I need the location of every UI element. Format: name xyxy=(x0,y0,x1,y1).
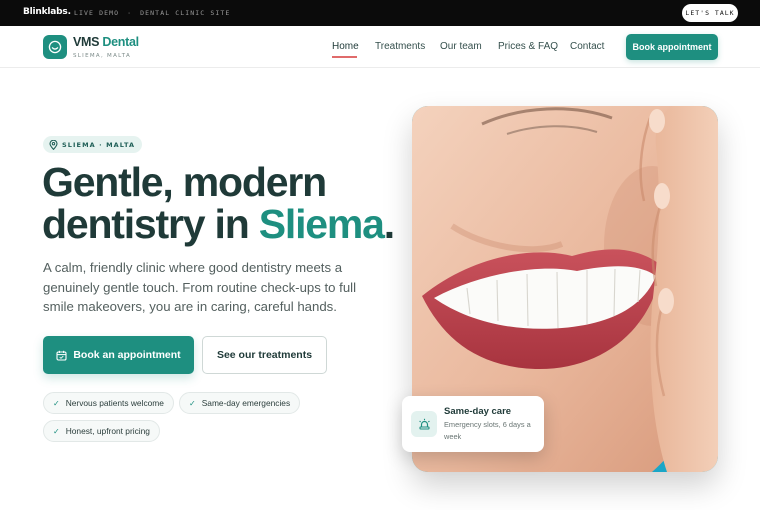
check-icon: ✓ xyxy=(189,398,196,408)
demo-topbar: Blinklabs. LIVE DEMO · DENTAL CLINIC SIT… xyxy=(0,0,760,26)
nav-prices-faq[interactable]: Prices & FAQ xyxy=(498,41,558,52)
calendar-icon xyxy=(56,350,67,361)
headline-line-1: Gentle, modern xyxy=(42,159,327,205)
nav-home[interactable]: Home xyxy=(332,41,359,52)
location-pill: SLIEMA · MALTA xyxy=(43,136,143,153)
headline-line-2: dentistry in xyxy=(42,201,259,247)
see-treatments-button[interactable]: See our treatments xyxy=(202,336,327,374)
siren-icon xyxy=(411,411,437,437)
chip-label: Same-day emergencies xyxy=(201,398,291,408)
meta-live-demo: LIVE DEMO xyxy=(74,9,120,17)
lets-talk-button[interactable]: LET'S TALK xyxy=(682,4,738,22)
chip-nervous-patients: ✓ Nervous patients welcome xyxy=(43,392,174,414)
logo-accent: Dental xyxy=(102,35,139,49)
chip-same-day-emergencies: ✓ Same-day emergencies xyxy=(179,392,301,414)
logo-location: SLIEMA, MALTA xyxy=(73,53,132,59)
same-day-care-card: Same-day care Emergency slots, 6 days a … xyxy=(402,396,544,452)
headline-accent: Sliema xyxy=(258,201,385,247)
nav-contact[interactable]: Contact xyxy=(570,41,604,52)
location-pin-icon xyxy=(49,139,58,150)
care-card-text: Emergency slots, 6 days a week xyxy=(444,420,531,441)
chip-upfront-pricing: ✓ Honest, upfront pricing xyxy=(43,420,160,442)
hero-headline: Gentle, modern dentistry in Sliema. xyxy=(42,159,395,247)
logo-smile-icon[interactable] xyxy=(43,35,67,59)
check-icon: ✓ xyxy=(53,426,60,436)
blinklabs-logo[interactable]: Blinklabs. xyxy=(23,7,71,17)
logo-wordmark[interactable]: VMS Dental xyxy=(73,35,139,49)
nav-book-appointment-button[interactable]: Book appointment xyxy=(626,34,718,60)
location-pill-label: SLIEMA · MALTA xyxy=(62,140,136,149)
chip-label: Nervous patients welcome xyxy=(65,398,164,408)
nav-our-team[interactable]: Our team xyxy=(440,41,482,52)
nav-treatments[interactable]: Treatments xyxy=(375,41,425,52)
active-nav-underline xyxy=(332,56,357,58)
main-navbar: VMS Dental SLIEMA, MALTA Home Treatments… xyxy=(0,26,760,68)
logo-name: VMS xyxy=(73,35,100,49)
demo-meta: LIVE DEMO · DENTAL CLINIC SITE xyxy=(74,9,230,17)
care-card-title: Same-day care xyxy=(444,406,512,417)
headline-period: . xyxy=(383,201,395,247)
meta-site-type: DENTAL CLINIC SITE xyxy=(140,9,231,17)
meta-separator: · xyxy=(127,9,133,17)
chip-label: Honest, upfront pricing xyxy=(65,426,150,436)
book-appointment-button[interactable]: Book an appointment xyxy=(43,336,194,374)
check-icon: ✓ xyxy=(53,398,60,408)
book-appointment-label: Book an appointment xyxy=(73,349,181,361)
hero-lede: A calm, friendly clinic where good denti… xyxy=(43,260,357,315)
